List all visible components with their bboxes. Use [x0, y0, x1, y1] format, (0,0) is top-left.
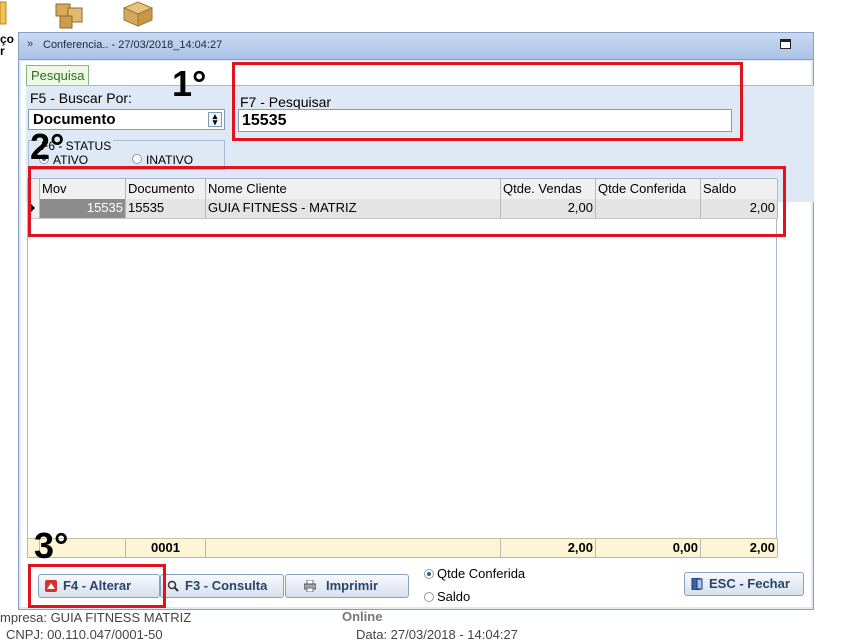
desktop-icon-label-2: r	[0, 44, 5, 58]
tab-pesquisa[interactable]: Pesquisa	[26, 65, 90, 87]
magnifier-icon	[167, 580, 179, 592]
exit-door-icon	[691, 578, 703, 590]
footer-count: 0001	[126, 539, 206, 557]
print-qtde-conferida-label[interactable]: Qtde Conferida	[437, 567, 525, 580]
print-qtde-conferida-radio[interactable]	[424, 569, 434, 579]
status-inactive-label[interactable]: INATIVO	[146, 154, 193, 166]
empresa-text: mpresa: GUIA FITNESS MATRIZ	[0, 610, 192, 625]
consulta-button[interactable]: F3 - Consulta	[160, 574, 284, 598]
footer-qtde-conferida: 0,00	[596, 539, 701, 557]
annotation-mark-1: 1°	[172, 63, 207, 104]
desktop-box-icon[interactable]	[52, 0, 86, 29]
imprimir-label: Imprimir	[326, 578, 379, 593]
printer-icon	[304, 580, 316, 592]
cnpj-text: CNPJ: 00.110.047/0001-50	[6, 627, 163, 642]
annotation-box-2	[28, 166, 786, 237]
date-text: Data: 27/03/2018 - 14:04:27	[356, 627, 518, 642]
print-saldo-label[interactable]: Saldo	[437, 590, 470, 603]
status-inactive-radio[interactable]	[132, 154, 142, 164]
desktop-app-icon[interactable]	[0, 0, 10, 28]
footer-qtde-vendas: 2,00	[501, 539, 596, 557]
online-text: Online	[342, 609, 383, 624]
annotation-box-1	[232, 62, 743, 141]
imprimir-button[interactable]: Imprimir	[285, 574, 409, 598]
desktop-package-icon[interactable]	[120, 0, 154, 28]
annotation-box-3	[28, 564, 166, 608]
print-saldo-radio[interactable]	[424, 592, 434, 602]
footer-nome	[206, 539, 501, 557]
footer-saldo: 2,00	[701, 539, 778, 557]
search-by-label: F5 - Buscar Por:	[30, 90, 132, 106]
consulta-label: F3 - Consulta	[185, 578, 268, 593]
fechar-label: ESC - Fechar	[709, 576, 790, 591]
grid-footer-totals: 0001 2,00 0,00 2,00	[28, 538, 778, 557]
fechar-button[interactable]: ESC - Fechar	[684, 572, 804, 596]
annotation-mark-2: 2°	[30, 126, 65, 167]
annotation-mark-3: 3°	[34, 525, 69, 566]
select-spin-icon[interactable]: ▴ ▾	[208, 112, 222, 127]
